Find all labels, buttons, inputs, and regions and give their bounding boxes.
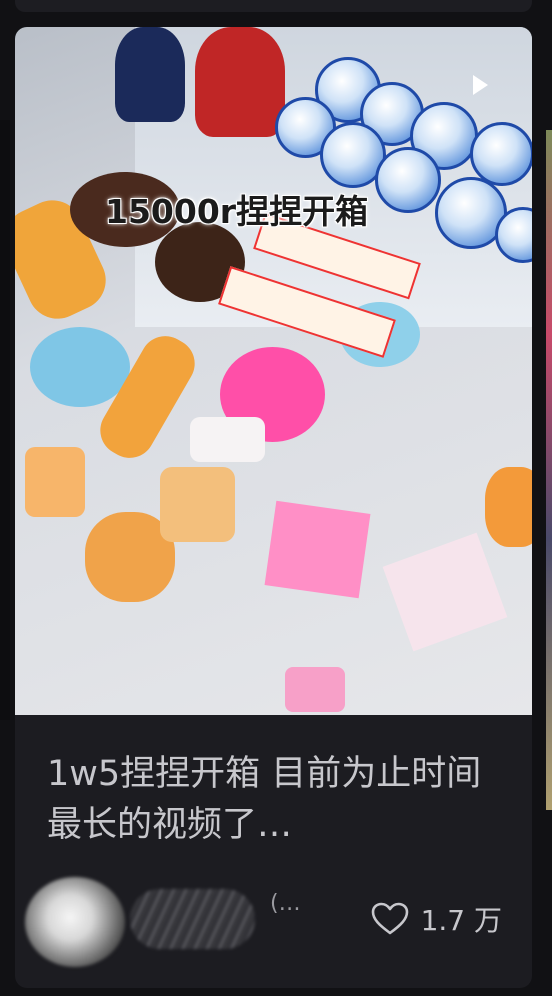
anime-badge xyxy=(375,147,441,213)
squishy-blue-cake xyxy=(30,327,130,407)
previous-card-bottom[interactable] xyxy=(15,0,532,12)
squishy-white-marshmallow xyxy=(190,417,265,462)
squishy-pink-square xyxy=(264,500,371,599)
squishy-pizza-slice xyxy=(160,467,235,542)
plush-figure-blue xyxy=(115,27,185,122)
squishy-pizza-slice xyxy=(25,447,85,517)
author-name-overflow: (… xyxy=(270,891,301,916)
anime-badge xyxy=(470,122,532,186)
like-button[interactable]: 1.7 万 xyxy=(371,899,502,939)
cover-image[interactable]: 15000r捏捏开箱 xyxy=(15,27,532,715)
next-column-edge xyxy=(546,130,552,810)
play-icon[interactable] xyxy=(473,75,488,95)
squishy-pink-small xyxy=(285,667,345,712)
feed-card[interactable]: 15000r捏捏开箱 1w5捏捏开箱 目前为止时间最长的视频了… (… 1.7 … xyxy=(15,27,532,988)
squishy-orange-croissant xyxy=(485,467,532,547)
cover-title-overlay: 15000r捏捏开箱 xyxy=(105,192,369,231)
post-caption[interactable]: 1w5捏捏开箱 目前为止时间最长的视频了… xyxy=(47,749,507,851)
heart-icon[interactable] xyxy=(371,902,409,936)
previous-column-edge xyxy=(0,120,10,720)
author-avatar[interactable] xyxy=(25,877,125,967)
author-row[interactable]: (… xyxy=(25,869,325,969)
squishy-choco-drip xyxy=(382,532,508,652)
author-name-blurred[interactable] xyxy=(130,889,255,949)
plush-figure-red xyxy=(195,27,285,137)
like-count: 1.7 万 xyxy=(420,904,502,937)
